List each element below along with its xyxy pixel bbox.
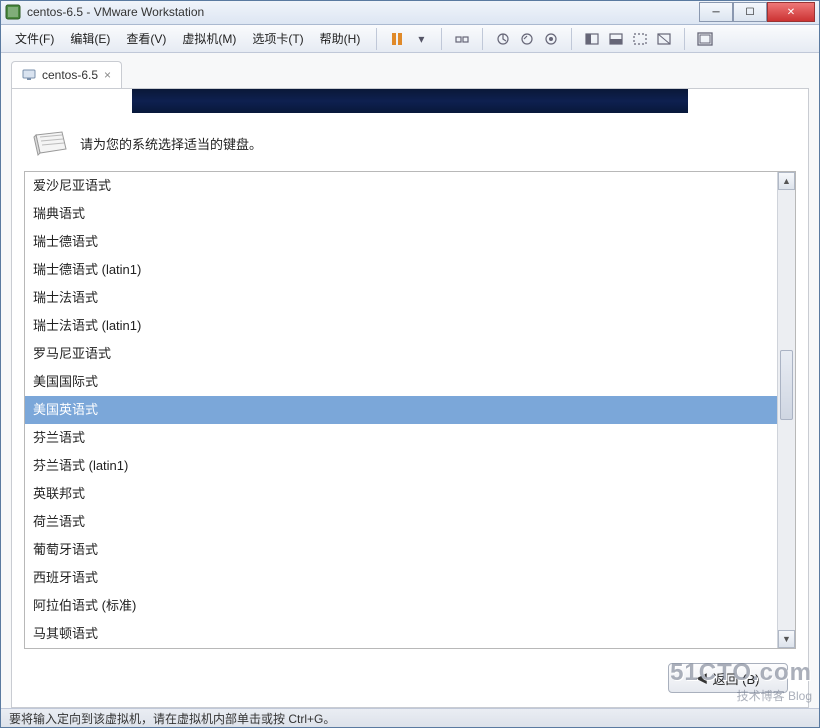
keyboard-option[interactable]: 瑞士德语式 (latin1) [25,256,777,284]
menu-view[interactable]: 查看(V) [120,26,172,51]
keyboard-option[interactable]: 荷兰语式 [25,508,777,536]
keyboard-option[interactable]: 瑞士法语式 [25,284,777,312]
keyboard-option[interactable]: 美国英语式 [25,396,777,424]
keyboard-option[interactable]: 瑞士德语式 [25,228,777,256]
keyboard-option[interactable]: 马其顿语式 [25,620,777,648]
close-button[interactable]: ✕ [767,2,815,22]
send-key-icon[interactable] [452,29,472,49]
library-icon[interactable] [695,29,715,49]
scroll-track[interactable] [778,190,795,630]
console-icon[interactable] [654,29,674,49]
minimize-button[interactable]: ─ [699,2,733,22]
keyboard-option[interactable]: 瑞典语式 [25,200,777,228]
dropdown-icon[interactable]: ▾ [411,29,431,49]
tab-bar: centos-6.5 × [11,61,809,88]
vm-header-strip [132,89,688,113]
maximize-button[interactable]: ☐ [733,2,767,22]
menubar: 文件(F) 编辑(E) 查看(V) 虚拟机(M) 选项卡(T) 帮助(H) ▾ [1,25,819,54]
keyboard-option[interactable]: 西班牙语式 [25,564,777,592]
menu-help[interactable]: 帮助(H) [314,26,367,51]
monitor-icon [22,68,36,82]
menu-tabs[interactable]: 选项卡(T) [246,26,309,51]
keyboard-prompt-row: 请为您的系统选择适当的键盘。 [12,113,808,171]
keyboard-option[interactable]: 爱沙尼亚语式 [25,172,777,200]
scroll-down-button[interactable]: ▼ [778,630,795,648]
unity-icon[interactable] [606,29,626,49]
separator [684,28,685,50]
scroll-thumb[interactable] [780,350,793,420]
scrollbar[interactable]: ▲ ▼ [777,172,795,648]
tab-label: centos-6.5 [42,68,98,82]
content-area: centos-6.5 × 请为您的系统选择适当的键盘。 爱沙尼亚语式瑞典语式瑞士… [1,53,819,708]
keyboard-option[interactable]: 芬兰语式 (latin1) [25,452,777,480]
snapshot-manager-icon[interactable] [541,29,561,49]
snapshot-revert-icon[interactable] [517,29,537,49]
scroll-up-button[interactable]: ▲ [778,172,795,190]
snapshot-icon[interactable] [493,29,513,49]
keyboard-option[interactable]: 罗马尼亚语式 [25,340,777,368]
keyboard-option[interactable]: 英联邦式 [25,480,777,508]
keyboard-option[interactable]: 阿拉伯语式 (标准) [25,592,777,620]
vm-panel: 请为您的系统选择适当的键盘。 爱沙尼亚语式瑞典语式瑞士德语式瑞士德语式 (lat… [11,88,809,708]
titlebar[interactable]: centos-6.5 - VMware Workstation ─ ☐ ✕ [1,1,819,25]
separator [376,28,377,50]
pause-icon[interactable] [387,29,407,49]
keyboard-option[interactable]: 芬兰语式 [25,424,777,452]
prompt-text: 请为您的系统选择适当的键盘。 [80,134,262,153]
menu-file[interactable]: 文件(F) [9,26,60,51]
statusbar: 要将输入定向到该虚拟机，请在虚拟机内部单击或按 Ctrl+G。 [1,708,819,727]
vm-tab[interactable]: centos-6.5 × [11,61,122,88]
menu-vm[interactable]: 虚拟机(M) [176,26,242,51]
window-controls: ─ ☐ ✕ [699,2,815,22]
app-window: centos-6.5 - VMware Workstation ─ ☐ ✕ 文件… [0,0,820,728]
tab-close-icon[interactable]: × [104,68,111,82]
stretch-icon[interactable] [630,29,650,49]
vmware-icon [5,4,21,20]
status-text: 要将输入定向到该虚拟机，请在虚拟机内部单击或按 Ctrl+G。 [9,710,335,727]
keyboard-option[interactable]: 美国国际式 [25,368,777,396]
keyboard-icon [32,129,68,157]
keyboard-list-container: 爱沙尼亚语式瑞典语式瑞士德语式瑞士德语式 (latin1)瑞士法语式瑞士法语式 … [24,171,796,649]
menu-edit[interactable]: 编辑(E) [64,26,116,51]
separator [571,28,572,50]
arrow-left-icon: ◀ [697,670,707,686]
separator [441,28,442,50]
button-row: ◀ 返回 (B) [12,649,808,707]
keyboard-option[interactable]: 瑞士法语式 (latin1) [25,312,777,340]
back-button-label: 返回 (B) [713,669,760,688]
separator [482,28,483,50]
keyboard-list[interactable]: 爱沙尼亚语式瑞典语式瑞士德语式瑞士德语式 (latin1)瑞士法语式瑞士法语式 … [25,172,777,648]
fullscreen-icon[interactable] [582,29,602,49]
keyboard-option[interactable]: 葡萄牙语式 [25,536,777,564]
window-title: centos-6.5 - VMware Workstation [27,5,699,19]
back-button[interactable]: ◀ 返回 (B) [668,663,788,693]
